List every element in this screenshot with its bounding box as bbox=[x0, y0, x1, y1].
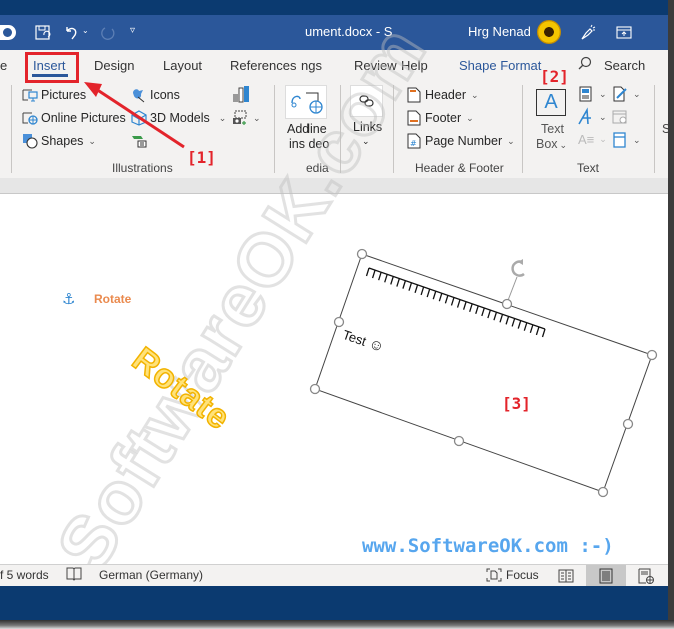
print-layout-button[interactable] bbox=[586, 565, 626, 586]
callout-3: [3] bbox=[502, 394, 531, 413]
status-bar: f 5 words German (Germany) Focus bbox=[0, 564, 668, 586]
callout-2: [2] bbox=[540, 67, 569, 86]
focus-button[interactable]: Focus bbox=[486, 568, 539, 582]
window-border-bottom bbox=[0, 620, 674, 629]
read-mode-button[interactable] bbox=[546, 565, 586, 586]
window-border-right bbox=[668, 0, 674, 629]
web-layout-icon bbox=[638, 568, 654, 584]
callout-box-insert bbox=[25, 52, 79, 83]
word-count[interactable]: f 5 words bbox=[0, 568, 49, 582]
proofing-icon[interactable] bbox=[66, 567, 82, 581]
language-indicator[interactable]: German (Germany) bbox=[99, 568, 203, 582]
taskbar bbox=[0, 586, 668, 620]
word-window: ⌄ ▿ ument.docx - S Hrg Nenad e Insert De… bbox=[0, 0, 674, 629]
site-link: www.SoftwareOK.com :-) bbox=[362, 535, 614, 557]
web-layout-button[interactable] bbox=[626, 565, 666, 586]
callout-1: [1] bbox=[187, 148, 216, 167]
read-mode-icon bbox=[558, 569, 574, 582]
focus-icon bbox=[486, 568, 502, 582]
focus-label: Focus bbox=[506, 568, 539, 582]
print-layout-icon bbox=[599, 568, 613, 583]
